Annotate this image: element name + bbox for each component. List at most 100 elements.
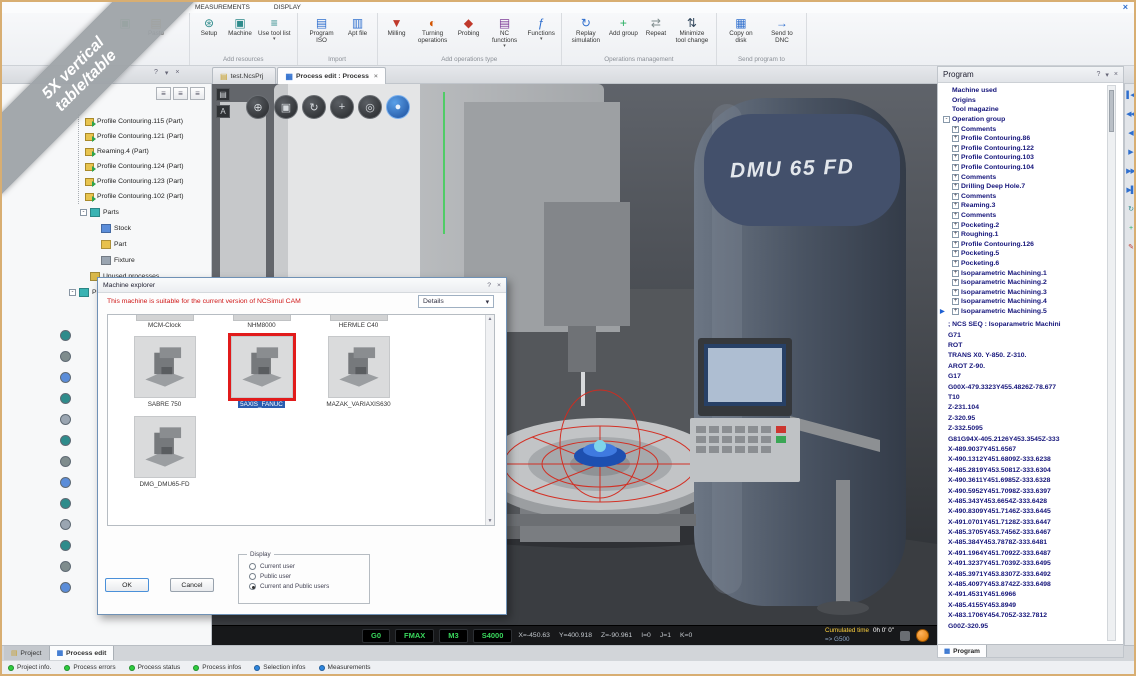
apt-file-button[interactable]: ▥ Apt file ▾	[343, 15, 373, 38]
replay-simulation-button[interactable]: ↻ Replay simulation ▾	[566, 15, 606, 45]
tree-item[interactable]: Stock	[66, 220, 209, 236]
tree-item[interactable]: Part	[66, 236, 209, 252]
program-tree-item[interactable]: ▶ + Roughing.1	[940, 230, 1123, 240]
program-scrollbar[interactable]	[1107, 85, 1116, 641]
turning-operations-button[interactable]: ◐ Turning operations ▾	[413, 15, 453, 45]
expand-toggle[interactable]: +	[952, 222, 959, 229]
machine-item[interactable]: 5AXIS_FANUC	[213, 336, 310, 408]
gcode-line[interactable]: X-485.4097Y453.8742Z-333.6498	[948, 581, 1123, 591]
gcode-line[interactable]: G00X-479.3323Y455.4826Z-78.677	[948, 384, 1123, 394]
copy-on-disk-button[interactable]: ▦ Copy on disk ▾	[721, 15, 761, 45]
display-option[interactable]: Current user	[249, 563, 369, 570]
machine-item-partial[interactable]: HERMLE C40	[310, 315, 407, 329]
status-indicator[interactable]: Measurements	[319, 664, 371, 671]
columns-view-icon[interactable]: ≡	[190, 87, 205, 100]
expand-toggle[interactable]: +	[952, 202, 959, 209]
dialog-close-icon[interactable]: ×	[497, 282, 501, 289]
program-tree-item[interactable]: ▶ Tool magazine	[940, 105, 1123, 115]
program-iso-button[interactable]: ▤ Program ISO ▾	[302, 15, 342, 45]
display-option[interactable]: Public user	[249, 573, 369, 580]
cancel-button[interactable]: Cancel	[170, 578, 214, 592]
radio-icon[interactable]	[249, 563, 256, 570]
program-tree-item[interactable]: ▶ + Isoparametric Machining.3	[940, 287, 1123, 297]
program-tree-item[interactable]: ▶ + Comments	[940, 192, 1123, 202]
program-tree-item[interactable]: ▶ + Isoparametric Machining.5	[940, 307, 1123, 317]
operation-item[interactable]: Profile Contouring.115 (Part)	[85, 114, 209, 129]
status-orange-icon[interactable]	[916, 629, 929, 642]
tree-node-icon[interactable]	[60, 372, 71, 383]
help-icon[interactable]: ?	[154, 69, 158, 77]
tree-node-icon[interactable]	[60, 456, 71, 467]
gcode-line[interactable]: G00Z-320.95	[948, 623, 1123, 633]
add-group-button[interactable]: + Add group ▾	[607, 15, 640, 38]
program-tree-item[interactable]: ▶ + Drilling Deep Hole.7	[940, 182, 1123, 192]
operation-item[interactable]: Profile Contouring.102 (Part)	[85, 189, 209, 204]
pan-view-icon[interactable]: +	[330, 95, 354, 119]
tree-item[interactable]: - Parts	[66, 204, 209, 220]
expand-toggle[interactable]: +	[952, 298, 959, 305]
radio-icon[interactable]	[249, 573, 256, 580]
gcode-line[interactable]: G17	[948, 373, 1123, 383]
fast-forward-icon[interactable]: ▶▶	[1126, 168, 1135, 176]
gcode-line[interactable]: X-485.2819Y453.5081Z-333.6304	[948, 467, 1123, 477]
program-tree-item[interactable]: ▶ + Isoparametric Machining.1	[940, 268, 1123, 278]
gcode-line[interactable]: X-489.9037Y451.6567	[948, 446, 1123, 456]
edit-icon[interactable]: ✎	[1128, 244, 1133, 252]
tree-node-icon[interactable]	[60, 540, 71, 551]
gcode-line[interactable]: X-491.3237Y451.7039Z-333.6495	[948, 560, 1123, 570]
expand-toggle[interactable]: +	[952, 308, 959, 315]
gcode-line[interactable]: X-490.8309Y451.7146Z-333.6445	[948, 508, 1123, 518]
milling-button[interactable]: ▼ Milling ▾	[382, 15, 412, 38]
close-icon[interactable]: ×	[1114, 71, 1118, 79]
program-tree-item[interactable]: ▶ + Isoparametric Machining.4	[940, 297, 1123, 307]
zoom-icon[interactable]: ⊕	[246, 95, 270, 119]
gcode-line[interactable]: X-491.1964Y451.7092Z-333.6487	[948, 550, 1123, 560]
gcode-line[interactable]: X-491.4531Y451.6966	[948, 591, 1123, 601]
gcode-line[interactable]: G71	[948, 332, 1123, 342]
machine-button[interactable]: ▣ Machine ▾	[225, 15, 255, 38]
gcode-line[interactable]: T10	[948, 394, 1123, 404]
play-icon[interactable]: ▶	[1128, 149, 1132, 157]
program-tree-item[interactable]: ▶ + Comments	[940, 172, 1123, 182]
probing-button[interactable]: ◆ Probing ▾	[454, 15, 484, 38]
tree-node-icon[interactable]	[60, 561, 71, 572]
program-tree-item[interactable]: ▶ + Reaming.3	[940, 201, 1123, 211]
machine-item-partial[interactable]: NHM8000	[213, 315, 310, 329]
tree-item[interactable]: Fixture	[66, 252, 209, 268]
program-tree-item[interactable]: ▶ + Isoparametric Machining.2	[940, 278, 1123, 288]
step-backward-icon[interactable]: ◀	[1128, 130, 1132, 138]
help-icon[interactable]: ?	[1096, 71, 1100, 79]
use-tool-list-button[interactable]: ≡ Use tool list ▾	[256, 15, 293, 43]
program-tree-item[interactable]: ▶ + Profile Contouring.104	[940, 163, 1123, 173]
status-indicator[interactable]: Process infos	[193, 664, 241, 671]
expand-toggle[interactable]: +	[952, 212, 959, 219]
ok-button[interactable]: OK	[105, 578, 149, 592]
expand-toggle[interactable]: +	[952, 231, 959, 238]
replay-icon[interactable]: ↻	[1128, 206, 1133, 214]
setup-button[interactable]: ⊛ Setup ▾	[194, 15, 224, 38]
expand-toggle[interactable]: +	[952, 241, 959, 248]
expand-toggle[interactable]: +	[952, 164, 959, 171]
detail-view-icon[interactable]: ≡	[173, 87, 188, 100]
menu-tab[interactable]: MEASUREMENTS	[195, 4, 250, 11]
add-icon[interactable]: +	[1129, 225, 1132, 233]
rotate-view-icon[interactable]: ↻	[302, 95, 326, 119]
gcode-line[interactable]: G81G94X-405.2126Y453.3545Z-333	[948, 436, 1123, 446]
status-indicator[interactable]: Selection infos	[254, 664, 305, 671]
tree-node-icon[interactable]	[60, 330, 71, 341]
fit-view-icon[interactable]: ◎	[358, 95, 382, 119]
expand-toggle[interactable]: -	[80, 209, 87, 216]
display-option[interactable]: Current and Public users	[249, 583, 369, 590]
nc-functions-button[interactable]: ▤ NC functions ▾	[485, 15, 525, 50]
program-tree-item[interactable]: ▶ + Pocketing.5	[940, 249, 1123, 259]
tree-node-icon[interactable]	[60, 477, 71, 488]
status-indicator[interactable]: Process errors	[64, 664, 115, 671]
machine-item-partial[interactable]: MCM-Clock	[116, 315, 213, 329]
dialog-titlebar[interactable]: Machine explorer ? ×	[98, 278, 506, 293]
fast-backward-icon[interactable]: ◀◀	[1126, 111, 1135, 119]
gcode-line[interactable]: X-491.0701Y451.7128Z-333.6447	[948, 519, 1123, 529]
tree-node-icon[interactable]	[60, 519, 71, 530]
list-view-icon[interactable]: ≡	[156, 87, 171, 100]
render-mode-icon[interactable]: ▤	[216, 88, 230, 101]
document-tab[interactable]: ▤ test.NcsPrj	[212, 67, 276, 84]
